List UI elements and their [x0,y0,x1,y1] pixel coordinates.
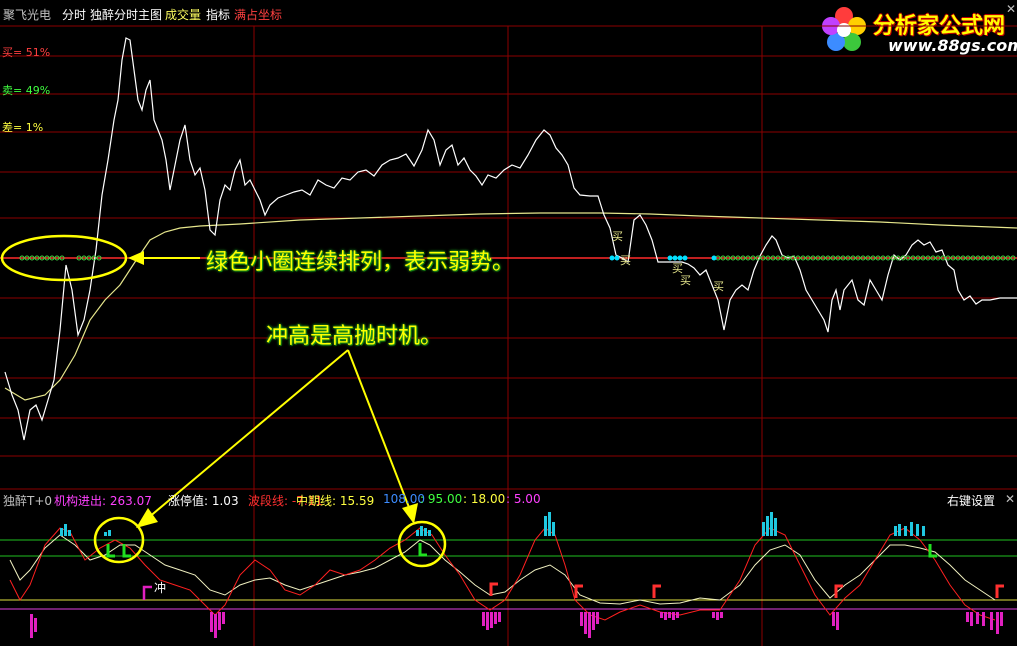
buy-ratio-label: 买= 51% [2,46,51,59]
mid-value: 中期线: 15.59 [296,494,375,508]
green-sell-markers [106,543,937,558]
buy-marker: 买 [620,254,631,267]
buy-marker: 买 [713,280,724,293]
limit-value: 涨停值: 1.03 [168,494,239,508]
indicator-name[interactable]: 独醉T+0 [3,492,52,509]
institution-value: 机构进出: 263.07 [54,494,152,508]
settings-button[interactable]: 右键设置 [947,492,995,509]
main-grid [0,26,1017,646]
average-line [4,212,1017,401]
diff-ratio-label: 差= 1% [2,121,44,134]
price-line [4,37,1017,441]
magenta-histogram [30,612,1003,638]
chart-area[interactable] [0,0,1017,646]
arrow-down-right-icon [402,503,418,524]
annotation-sell-time: 冲高是高抛时机。 [266,324,443,349]
buy-marker: 买 [612,230,623,243]
red-buy-markers [489,582,1004,598]
annotation-weak: 绿色小圈连续排列，表示弱势。 [206,250,515,275]
arrow-left-icon [128,251,144,265]
weak-circles-right [715,255,1016,261]
level-5: : 5.00 [506,492,541,506]
level-108: 108.00 [383,492,425,506]
chong-marker [142,585,152,600]
indicator-red-line [9,527,996,621]
level-18: : 18.00 [463,492,506,506]
arrow-down-left-icon [136,508,158,528]
level-95: : 95.00 [420,492,463,506]
indicator-close-icon[interactable]: ✕ [1005,492,1015,506]
cyan-histogram [60,512,925,536]
sell-ratio-label: 卖= 49% [2,84,51,97]
buy-marker: 买 [680,274,691,287]
chong-label: 冲 [154,581,167,595]
